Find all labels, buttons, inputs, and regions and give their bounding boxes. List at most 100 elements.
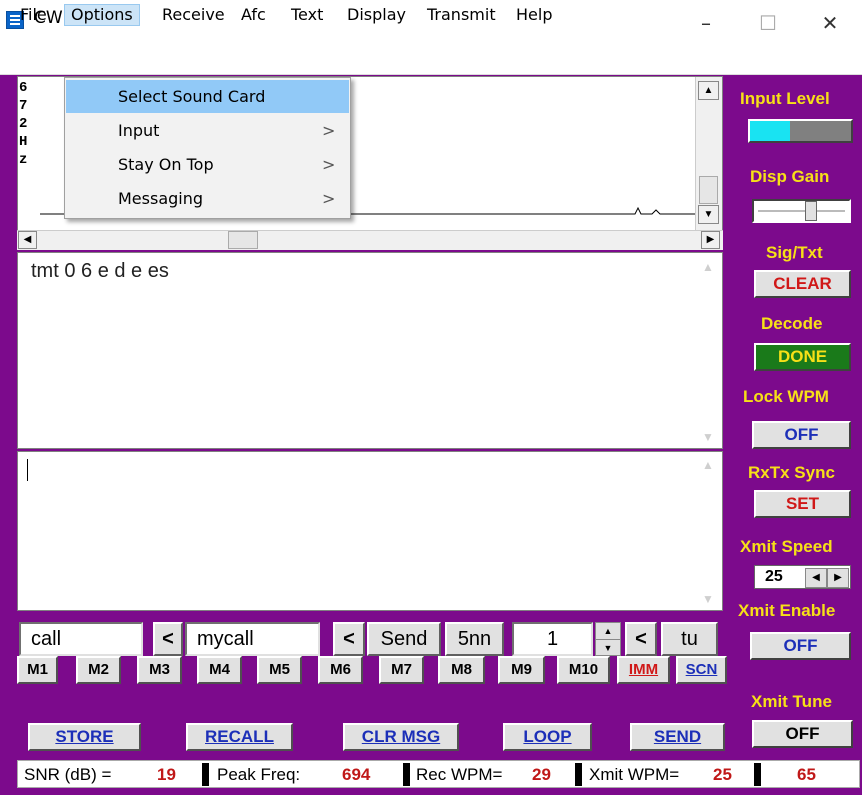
status-separator bbox=[403, 763, 410, 786]
xmit-wpm-label: Xmit WPM= bbox=[589, 765, 680, 784]
close-button[interactable]: ✕ bbox=[800, 0, 860, 46]
speed-up-icon[interactable]: ▶ bbox=[827, 568, 849, 588]
scroll-thumb[interactable] bbox=[228, 231, 258, 249]
send-button[interactable]: SEND bbox=[630, 723, 725, 751]
insert-counter-button[interactable]: < bbox=[625, 622, 657, 656]
rxtx-sync-button[interactable]: SET bbox=[754, 490, 851, 518]
scroll-down-icon[interactable]: ▼ bbox=[702, 592, 714, 606]
snr-label: SNR (dB) = bbox=[24, 765, 112, 784]
slider-thumb[interactable] bbox=[805, 201, 817, 221]
slider-track bbox=[758, 210, 845, 212]
clear-message-button[interactable]: CLR MSG bbox=[343, 723, 459, 751]
menu-help[interactable]: Help bbox=[510, 4, 558, 26]
transmit-text-area[interactable] bbox=[17, 451, 723, 611]
menu-item-stay-on-top[interactable]: Stay On Top > bbox=[66, 148, 349, 181]
decode-done-button[interactable]: DONE bbox=[754, 343, 851, 371]
menu-item-label: Input bbox=[118, 121, 160, 140]
scroll-down-icon[interactable]: ▼ bbox=[702, 430, 714, 444]
menu-afc[interactable]: Afc bbox=[235, 4, 272, 26]
sig-txt-label: Sig/Txt bbox=[766, 243, 823, 262]
menu-options[interactable]: Options bbox=[64, 4, 140, 26]
menu-text[interactable]: Text bbox=[285, 4, 329, 26]
rec-wpm-value: 29 bbox=[532, 765, 551, 784]
memory-button-5[interactable]: M5 bbox=[257, 656, 302, 684]
rxtx-sync-label: RxTx Sync bbox=[748, 463, 835, 482]
input-level-fill bbox=[750, 121, 791, 141]
scn-button[interactable]: SCN bbox=[676, 656, 727, 684]
counter-input[interactable]: 1 bbox=[512, 622, 593, 656]
memory-button-1[interactable]: M1 bbox=[17, 656, 58, 684]
counter-spinner[interactable]: ▲ ▼ bbox=[595, 622, 621, 656]
imm-button[interactable]: IMM bbox=[617, 656, 670, 684]
text-caret bbox=[27, 459, 28, 481]
xmit-enable-button[interactable]: OFF bbox=[750, 632, 851, 660]
spin-up-icon[interactable]: ▲ bbox=[596, 623, 620, 640]
maximize-button[interactable]: ☐ bbox=[738, 0, 798, 46]
decode-label: Decode bbox=[761, 314, 823, 333]
lock-wpm-label: Lock WPM bbox=[743, 387, 829, 406]
menu-display[interactable]: Display bbox=[341, 4, 412, 26]
menu-item-input[interactable]: Input > bbox=[66, 114, 349, 147]
speed-down-icon[interactable]: ◀ bbox=[805, 568, 827, 588]
send-call-button[interactable]: Send bbox=[367, 622, 441, 656]
spin-down-icon[interactable]: ▼ bbox=[596, 640, 620, 656]
memory-button-7[interactable]: M7 bbox=[379, 656, 424, 684]
scroll-left-icon[interactable]: ◀ bbox=[18, 231, 37, 249]
xmit-enable-label: Xmit Enable bbox=[738, 601, 836, 620]
disp-gain-label: Disp Gain bbox=[750, 167, 830, 186]
menu-file[interactable]: File bbox=[14, 4, 53, 26]
memory-button-10[interactable]: M10 bbox=[557, 656, 610, 684]
clear-button[interactable]: CLEAR bbox=[754, 270, 851, 298]
menu-item-label: Messaging bbox=[118, 189, 204, 208]
xmit-speed-control[interactable]: 25 ◀ ▶ bbox=[754, 565, 851, 589]
xmit-speed-label: Xmit Speed bbox=[740, 537, 833, 556]
memory-button-6[interactable]: M6 bbox=[318, 656, 363, 684]
status-extra-value: 65 bbox=[797, 765, 816, 784]
xmit-tune-button[interactable]: OFF bbox=[752, 720, 853, 748]
input-level-meter bbox=[748, 119, 853, 143]
submenu-arrow-icon: > bbox=[322, 155, 336, 174]
freq-label-char: 7 bbox=[19, 98, 28, 114]
status-separator bbox=[575, 763, 582, 786]
menu-transmit[interactable]: Transmit bbox=[421, 4, 502, 26]
loop-button[interactable]: LOOP bbox=[503, 723, 592, 751]
memory-button-9[interactable]: M9 bbox=[498, 656, 545, 684]
xmit-wpm-value: 25 bbox=[713, 765, 732, 784]
minimize-button[interactable]: – bbox=[676, 0, 736, 46]
scroll-up-icon[interactable]: ▲ bbox=[698, 81, 719, 100]
scroll-right-icon[interactable]: ▶ bbox=[701, 231, 720, 249]
peak-freq-value: 694 bbox=[342, 765, 371, 784]
freq-label-char: 2 bbox=[19, 116, 28, 132]
menu-receive[interactable]: Receive bbox=[156, 4, 231, 26]
menu-item-label: Select Sound Card bbox=[118, 87, 266, 106]
tu-button[interactable]: tu bbox=[661, 622, 718, 656]
disp-gain-slider[interactable] bbox=[752, 199, 851, 223]
freq-label-char: 6 bbox=[19, 80, 28, 96]
xmit-tune-label: Xmit Tune bbox=[751, 692, 832, 711]
call-input[interactable]: call bbox=[19, 622, 143, 656]
mycall-input[interactable]: mycall bbox=[185, 622, 320, 656]
memory-button-8[interactable]: M8 bbox=[438, 656, 485, 684]
menu-item-label: Stay On Top bbox=[118, 155, 214, 174]
menu-bar bbox=[0, 46, 862, 75]
memory-button-3[interactable]: M3 bbox=[137, 656, 182, 684]
menu-item-messaging[interactable]: Messaging > bbox=[66, 182, 349, 215]
signal-horizontal-scrollbar[interactable] bbox=[17, 230, 723, 250]
memory-button-2[interactable]: M2 bbox=[76, 656, 121, 684]
lock-wpm-button[interactable]: OFF bbox=[752, 421, 851, 449]
insert-call-button[interactable]: < bbox=[153, 622, 183, 656]
store-button[interactable]: STORE bbox=[28, 723, 141, 751]
insert-mycall-button[interactable]: < bbox=[333, 622, 365, 656]
scroll-up-icon[interactable]: ▲ bbox=[702, 458, 714, 472]
scroll-thumb[interactable] bbox=[699, 176, 718, 204]
menu-item-select-sound-card[interactable]: Select Sound Card bbox=[66, 80, 349, 113]
scroll-up-icon[interactable]: ▲ bbox=[702, 260, 714, 274]
receive-text: tmt 0 6 e d e es bbox=[31, 260, 169, 282]
xmit-speed-value: 25 bbox=[765, 568, 783, 585]
memory-button-4[interactable]: M4 bbox=[197, 656, 242, 684]
5nn-button[interactable]: 5nn bbox=[445, 622, 504, 656]
status-separator bbox=[202, 763, 209, 786]
scroll-down-icon[interactable]: ▼ bbox=[698, 205, 719, 224]
recall-button[interactable]: RECALL bbox=[186, 723, 293, 751]
snr-value: 19 bbox=[157, 765, 176, 784]
